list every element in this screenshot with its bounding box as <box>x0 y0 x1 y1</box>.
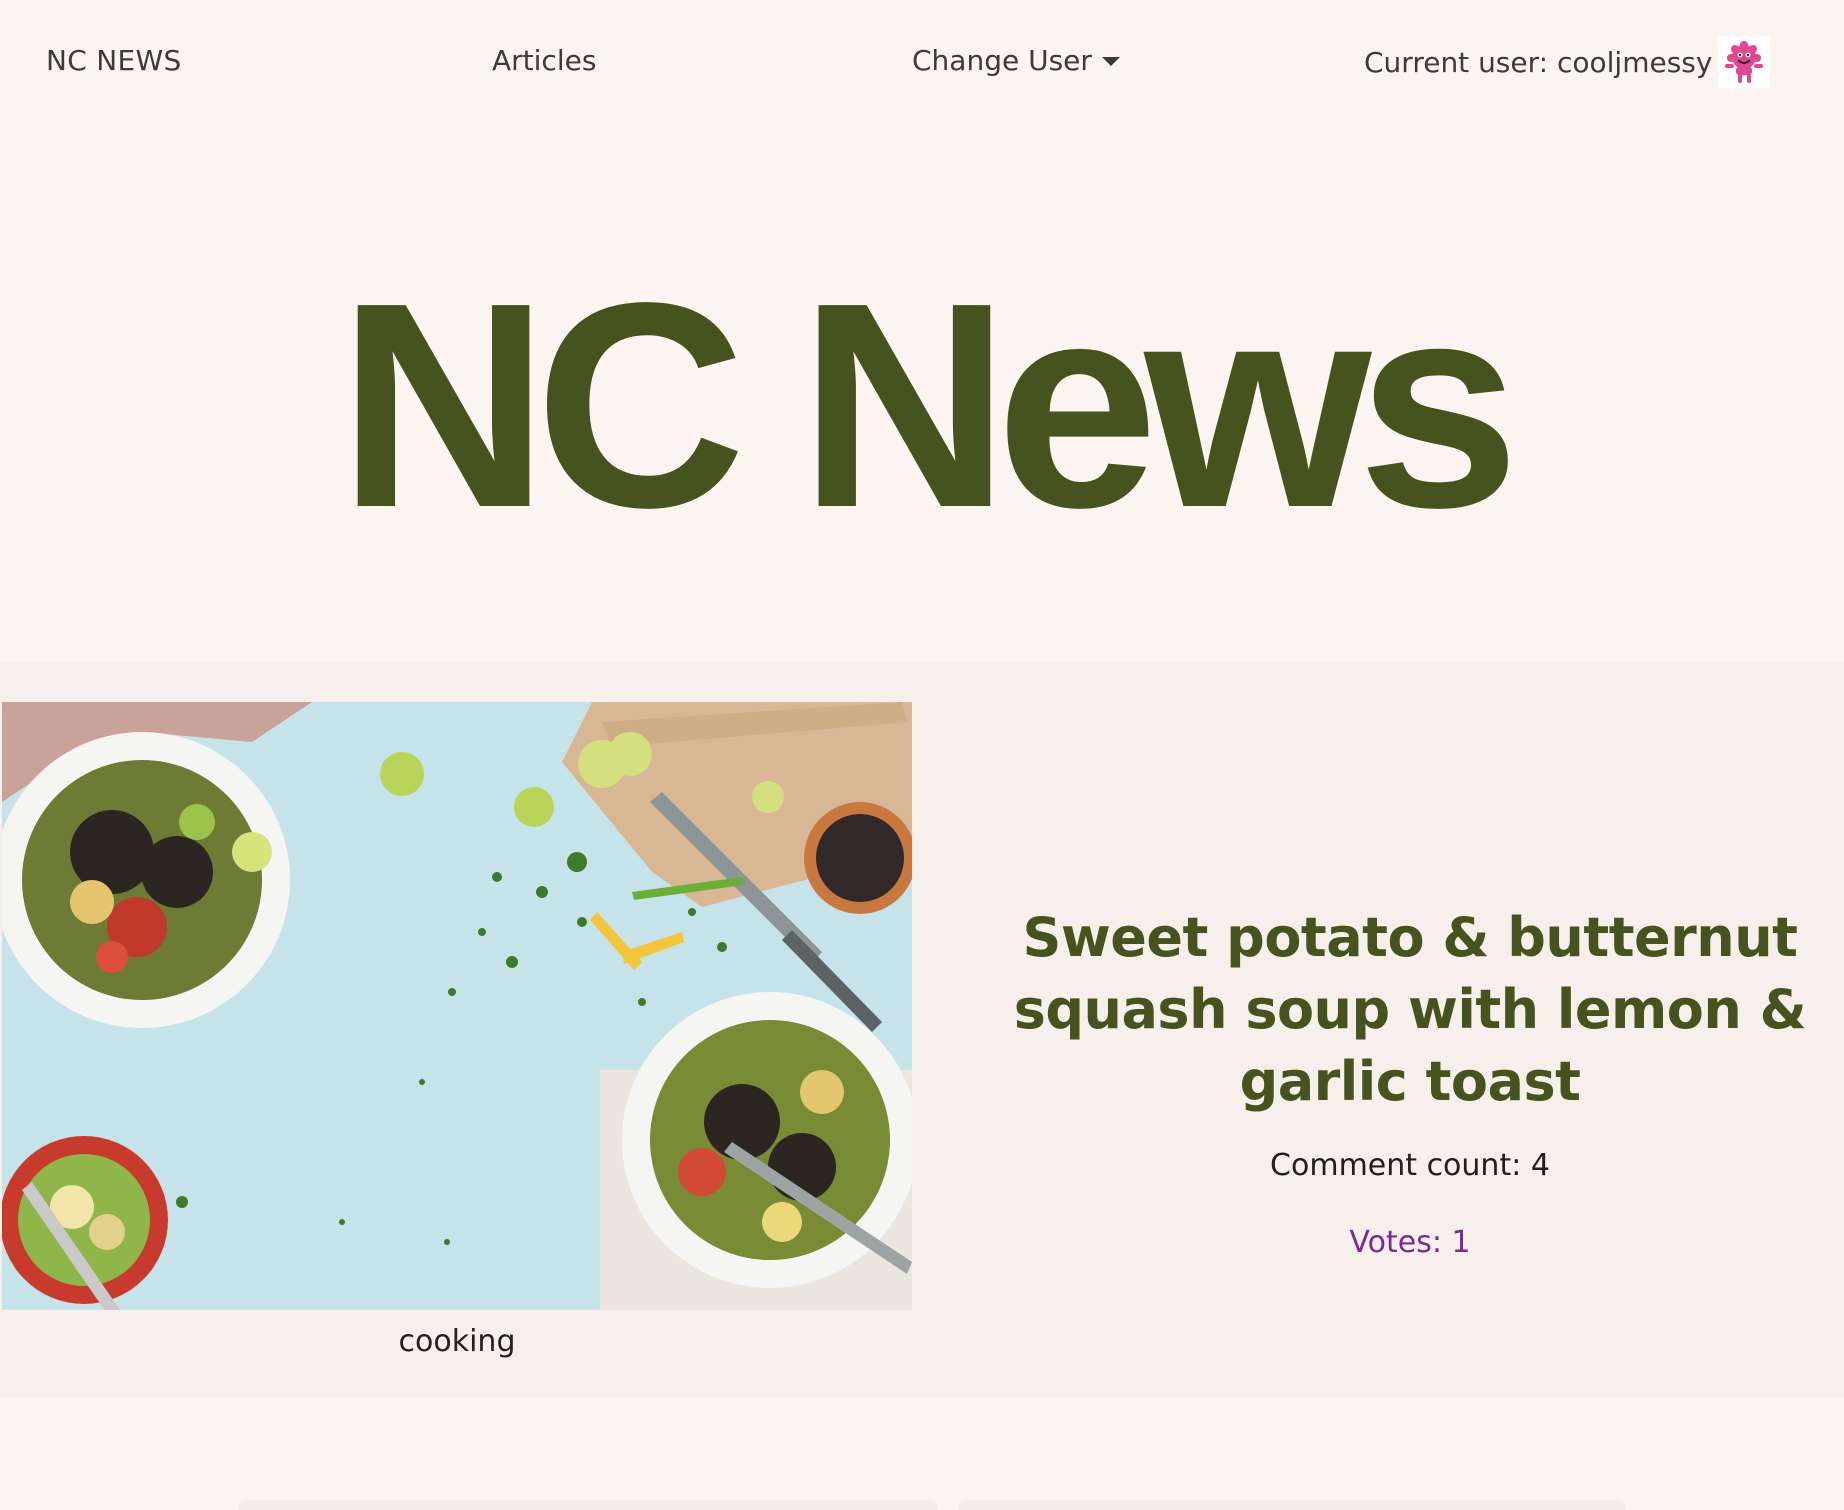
article-card[interactable]: cooking Sweet potato & butternut squash … <box>0 662 1844 1398</box>
article-title[interactable]: Sweet potato & butternut squash soup wit… <box>1010 902 1810 1118</box>
avatar-character-icon <box>1725 41 1764 83</box>
avatar <box>1718 36 1771 88</box>
article-info: Sweet potato & butternut squash soup wit… <box>1010 902 1810 1260</box>
hero-title: NC News <box>338 242 1520 568</box>
article-image[interactable] <box>2 702 912 1310</box>
nav-brand-link[interactable]: NC NEWS <box>46 44 182 77</box>
caret-down-icon <box>1101 57 1120 66</box>
change-user-label: Change User <box>912 44 1092 77</box>
article-topic[interactable]: cooking <box>2 1324 912 1359</box>
next-card-edge <box>958 1500 1626 1510</box>
hero: NC News <box>0 124 1844 662</box>
current-user-text: Current user: cooljmessy <box>1364 45 1713 79</box>
comment-count: Comment count: 4 <box>1270 1148 1550 1183</box>
navbar: NC NEWS Articles Change User Current use… <box>0 0 1844 124</box>
change-user-dropdown[interactable]: Change User <box>912 44 1120 77</box>
votes-count: Votes: 1 <box>1349 1225 1471 1260</box>
nav-articles-link[interactable]: Articles <box>492 44 596 77</box>
next-card-edge <box>238 1500 938 1510</box>
current-user: Current user: cooljmessy <box>1364 36 1771 88</box>
food-photo-image <box>2 702 912 1310</box>
